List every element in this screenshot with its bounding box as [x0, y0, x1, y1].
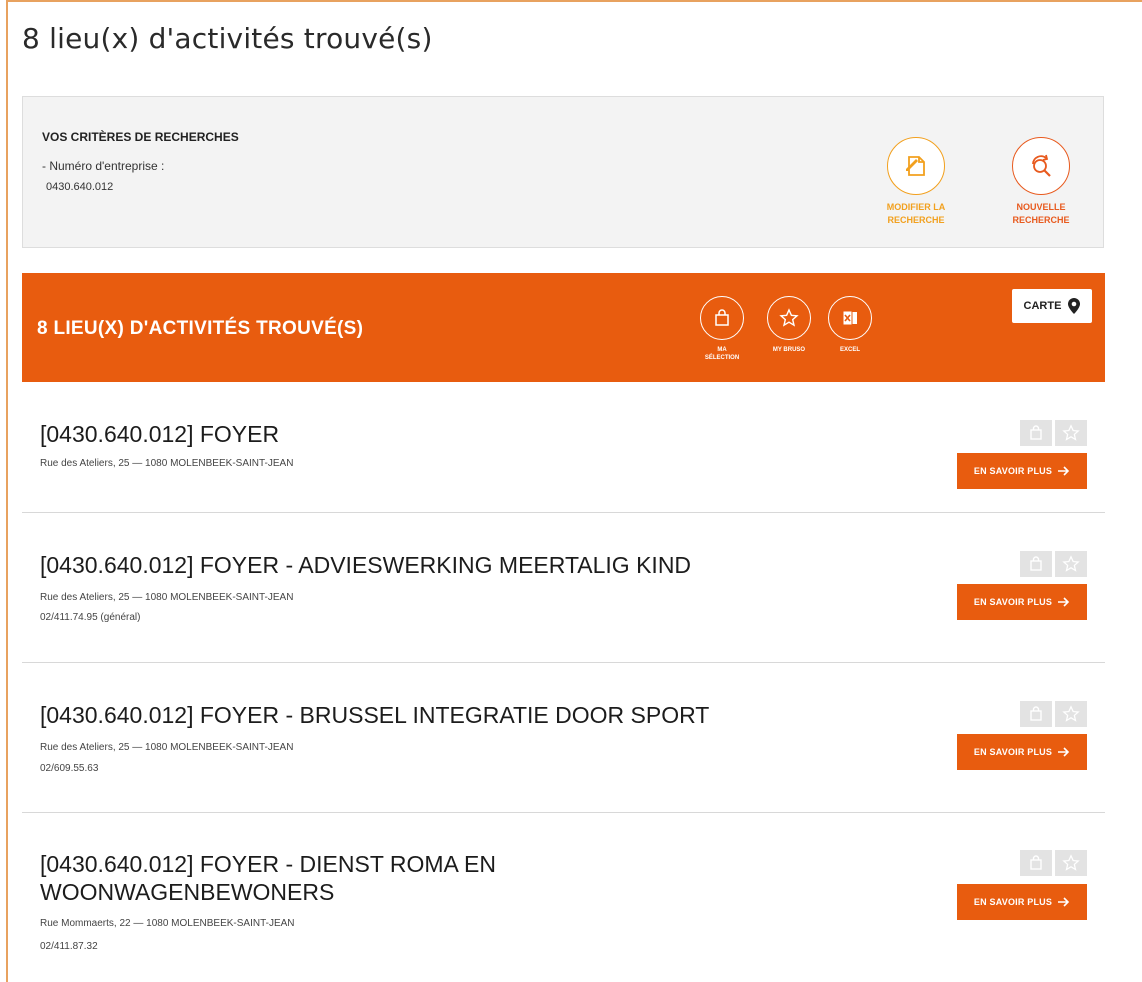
shopping-bag-icon — [1030, 556, 1042, 571]
map-button-label: CARTE — [1023, 300, 1062, 312]
result-address: Rue Mommaerts, 22 — 1080 MOLENBEEK-SAINT… — [40, 918, 295, 929]
refresh-search-icon — [1012, 137, 1070, 195]
result-item: [0430.640.012] FOYER - ADVIESWERKING MEE… — [22, 513, 1105, 663]
result-title: [0430.640.012] FOYER - ADVIESWERKING MEE… — [40, 552, 692, 578]
star-icon — [1062, 705, 1080, 722]
shopping-bag-icon — [700, 296, 744, 340]
result-tools — [1020, 420, 1087, 446]
excel-export-button[interactable]: EXCEL — [820, 296, 880, 354]
result-address: Rue des Ateliers, 25 — 1080 MOLENBEEK-SA… — [40, 458, 294, 469]
my-bruso-label: MY BRUSO — [772, 347, 806, 353]
add-to-selection-button[interactable] — [1020, 420, 1052, 446]
shopping-bag-icon — [1030, 855, 1042, 870]
shopping-bag-icon — [1030, 706, 1042, 721]
arrow-right-icon — [1058, 597, 1070, 607]
add-to-selection-button[interactable] — [1020, 551, 1052, 577]
star-icon — [1062, 854, 1080, 871]
add-to-favorites-button[interactable] — [1055, 420, 1087, 446]
results-header-bar: 8 LIEU(X) D'ACTIVITÉS TROUVÉ(S) MA SÉLEC… — [22, 273, 1105, 382]
more-info-button[interactable]: EN SAVOIR PLUS — [957, 734, 1087, 770]
more-info-button[interactable]: EN SAVOIR PLUS — [957, 453, 1087, 489]
result-tools — [1020, 850, 1087, 876]
criteria-heading: VOS CRITÈRES DE RECHERCHES — [42, 130, 239, 144]
result-title: [0430.640.012] FOYER - DIENST ROMA EN WO… — [40, 851, 496, 905]
result-address: Rue des Ateliers, 25 — 1080 MOLENBEEK-SA… — [40, 742, 294, 753]
add-to-selection-button[interactable] — [1020, 701, 1052, 727]
search-criteria-panel: VOS CRITÈRES DE RECHERCHES - Numéro d'en… — [22, 96, 1104, 248]
result-title: [0430.640.012] FOYER — [40, 421, 280, 447]
star-icon — [1062, 555, 1080, 572]
add-to-favorites-button[interactable] — [1055, 701, 1087, 727]
arrow-right-icon — [1058, 747, 1070, 757]
star-icon — [767, 296, 811, 340]
result-tools — [1020, 701, 1087, 727]
add-to-favorites-button[interactable] — [1055, 850, 1087, 876]
more-info-label: EN SAVOIR PLUS — [973, 466, 1053, 476]
modify-search-label: MODIFIER LA RECHERCHE — [886, 202, 946, 225]
results-count-title: 8 LIEU(X) D'ACTIVITÉS TROUVÉ(S) — [37, 318, 364, 339]
more-info-button[interactable]: EN SAVOIR PLUS — [957, 584, 1087, 620]
star-icon — [1062, 424, 1080, 441]
my-selection-button[interactable]: MA SÉLECTION — [692, 296, 752, 362]
arrow-right-icon — [1058, 466, 1070, 476]
more-info-label: EN SAVOIR PLUS — [973, 897, 1053, 907]
add-to-favorites-button[interactable] — [1055, 551, 1087, 577]
new-search-button[interactable]: NOUVELLE RECHERCHE — [981, 137, 1101, 227]
arrow-right-icon — [1058, 897, 1070, 907]
result-phone: 02/411.87.32 — [40, 941, 98, 952]
shopping-bag-icon — [1030, 425, 1042, 440]
result-title: [0430.640.012] FOYER - BRUSSEL INTEGRATI… — [40, 702, 710, 728]
more-info-label: EN SAVOIR PLUS — [973, 597, 1053, 607]
my-bruso-button[interactable]: MY BRUSO — [759, 296, 819, 354]
edit-document-icon — [887, 137, 945, 195]
result-tools — [1020, 551, 1087, 577]
criteria-value: 0430.640.012 — [46, 181, 114, 193]
add-to-selection-button[interactable] — [1020, 850, 1052, 876]
map-button[interactable]: CARTE — [1012, 289, 1092, 323]
excel-label: EXCEL — [839, 347, 860, 353]
new-search-label: NOUVELLE RECHERCHE — [1012, 202, 1070, 225]
result-item: [0430.640.012] FOYER Rue des Ateliers, 2… — [22, 382, 1105, 513]
more-info-label: EN SAVOIR PLUS — [973, 747, 1053, 757]
map-pin-icon — [1068, 298, 1081, 314]
result-address: Rue des Ateliers, 25 — 1080 MOLENBEEK-SA… — [40, 592, 294, 603]
result-phone: 02/411.74.95 (général) — [40, 612, 141, 623]
more-info-button[interactable]: EN SAVOIR PLUS — [957, 884, 1087, 920]
result-item: [0430.640.012] FOYER - BRUSSEL INTEGRATI… — [22, 663, 1105, 813]
my-selection-label: MA SÉLECTION — [704, 347, 740, 361]
excel-icon — [828, 296, 872, 340]
page-title: 8 lieu(x) d'activités trouvé(s) — [22, 22, 433, 55]
result-item: [0430.640.012] FOYER - DIENST ROMA EN WO… — [22, 813, 1105, 982]
modify-search-button[interactable]: MODIFIER LA RECHERCHE — [856, 137, 976, 227]
criteria-label: - Numéro d'entreprise : — [42, 159, 165, 173]
result-phone: 02/609.55.63 — [40, 763, 99, 774]
